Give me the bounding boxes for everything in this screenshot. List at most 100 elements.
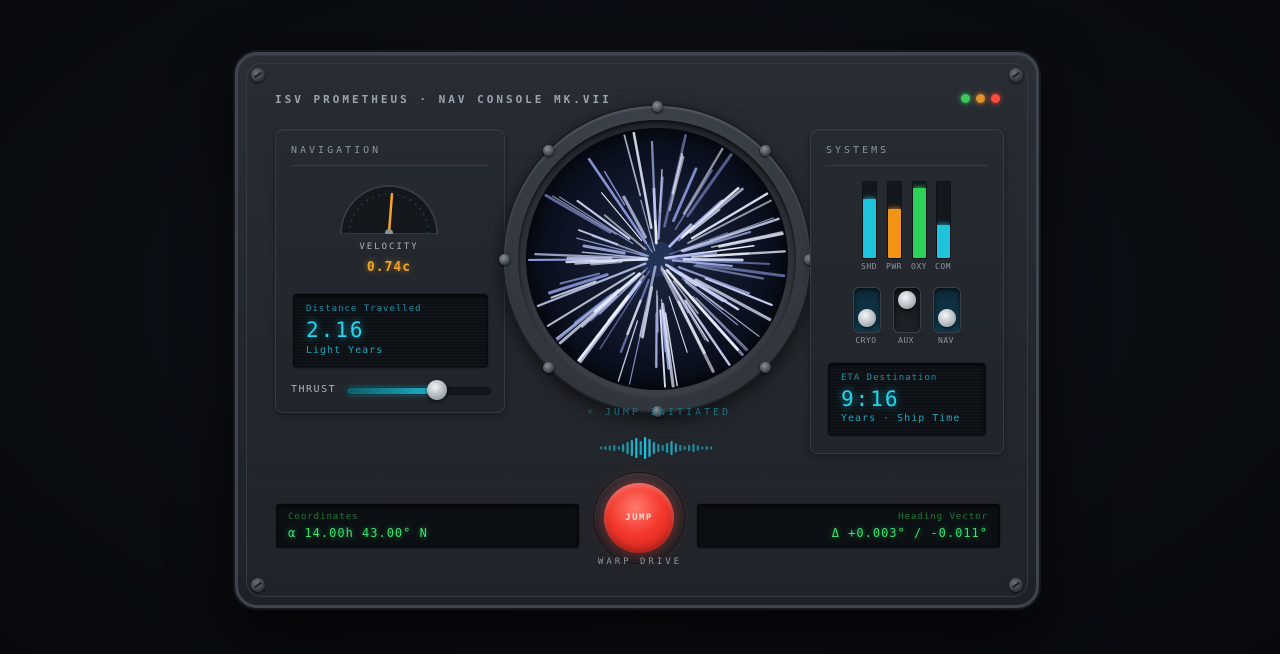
waveform-bar [652,442,655,454]
thrust-slider-fill [347,388,438,394]
waveform-bar [644,437,647,459]
distance-unit: Light Years [306,345,384,356]
warp-viewport [499,101,815,417]
bezel-bolt-icon [543,362,554,373]
viewport-glass [526,128,788,390]
hyperspace-streak [623,134,642,197]
waveform-bar [626,442,629,454]
bezel-bolt-icon [760,362,771,373]
distance-value: 2.16 [306,318,365,342]
bezel-bolt-icon [499,254,510,265]
cryo-toggle[interactable] [853,287,881,333]
waveform-bar [613,445,616,451]
bezel-bolt-icon [760,145,771,156]
status-led-red [991,94,1000,103]
jump-button[interactable]: JUMP [604,483,674,553]
systems-panel: SYSTEMS SHD PWR OXY COM CRYO AUX NAV ETA… [810,129,1004,454]
status-leds [961,94,1000,103]
hyperspace-streak [701,245,755,254]
distance-caption: Distance Travelled [306,304,422,314]
panel-divider [291,165,489,166]
velocity-label: VELOCITY [359,242,419,252]
navigation-title: NAVIGATION [291,145,382,156]
nav-toggle[interactable] [933,287,961,333]
waveform-bar [670,441,673,455]
waveform-bar [666,443,669,453]
hyperspace-streak [626,299,642,336]
thrust-slider[interactable] [346,380,491,400]
power-bar [887,181,902,259]
waveform-bar [679,445,682,451]
toggle-handle [938,309,956,327]
waveform-bar [617,446,620,450]
velocity-value: 0.74c [366,260,412,275]
systems-title: SYSTEMS [826,145,890,156]
power-bar-label: PWR [886,262,902,271]
eta-caption: ETA Destination [841,373,938,383]
hyperspace-streak [682,257,744,262]
oxygen-bar-fill [913,188,926,258]
waveform-bar [710,446,713,450]
waveform-bar [657,444,660,452]
corner-screw-icon [251,68,265,82]
corner-screw-icon [251,578,265,592]
toggle-handle [858,309,876,327]
power-bar-fill [888,209,901,258]
waveform-bar [674,443,677,453]
coordinates-caption: Coordinates [288,512,359,522]
waveform-bar [661,445,664,451]
coordinates-value: α 14.00h 43.00° N [288,526,428,540]
shield-bar [862,181,877,259]
status-led-green [961,94,970,103]
waveform-bar [696,445,699,451]
jump-button-housing: JUMP [594,473,684,563]
aux-toggle[interactable] [893,287,921,333]
heading-display: Heading Vector Δ +0.003° / -0.011° [696,503,1001,549]
nav-toggle-label: NAV [938,336,954,345]
comms-bar-fill [937,224,950,258]
waveform-bar [705,446,708,450]
velocity-gauge [340,185,438,234]
bezel-bolt-icon [652,101,663,112]
waveform-bar [600,446,603,450]
heading-caption: Heading Vector [898,512,988,522]
eta-unit: Years · Ship Time [841,413,961,424]
warp-drive-label: WARP DRIVE [597,557,683,567]
corner-screw-icon [1009,578,1023,592]
thrust-slider-handle[interactable] [427,380,448,400]
eta-value: 9:16 [841,387,900,411]
waveform-bar [688,445,691,451]
navigation-panel: NAVIGATION VELOCITY 0.74c Distance Trave… [275,129,505,413]
status-led-amber [976,94,985,103]
hyperspace-streak [671,153,684,195]
waveform-bar [635,438,638,458]
shield-bar-fill [863,198,876,258]
waveform-bar [608,445,611,451]
oxygen-bar-label: OXY [911,262,927,271]
panel-divider [826,165,988,166]
hyperspace-streaks [527,131,786,388]
shield-bar-label: SHD [861,262,877,271]
corner-screw-icon [1009,68,1023,82]
cryo-toggle-label: CRYO [855,336,877,345]
waveform-bar [622,444,625,452]
audio-waveform [600,437,713,459]
heading-value: Δ +0.003° / -0.011° [831,526,988,540]
oxygen-bar [912,181,927,259]
eta-display: ETA Destination 9:16 Years · Ship Time [827,362,987,437]
waveform-bar [692,444,695,452]
thrust-label: THRUST [291,384,337,395]
hyperspace-streak [650,140,657,221]
comms-bar [936,181,951,259]
waveform-bar [630,440,633,456]
hyperspace-streak [686,153,733,218]
comms-bar-label: COM [935,262,951,271]
coordinates-display: Coordinates α 14.00h 43.00° N [275,503,580,549]
jump-status-text: ⚡ JUMP INITIATED [586,407,732,418]
aux-toggle-label: AUX [898,336,914,345]
waveform-bar [683,446,686,450]
nav-console: ISV PROMETHEUS · NAV CONSOLE MK.VII NAVI… [235,52,1039,608]
hyperspace-streak [695,297,749,351]
toggle-handle [898,291,916,309]
waveform-bar [604,446,607,450]
